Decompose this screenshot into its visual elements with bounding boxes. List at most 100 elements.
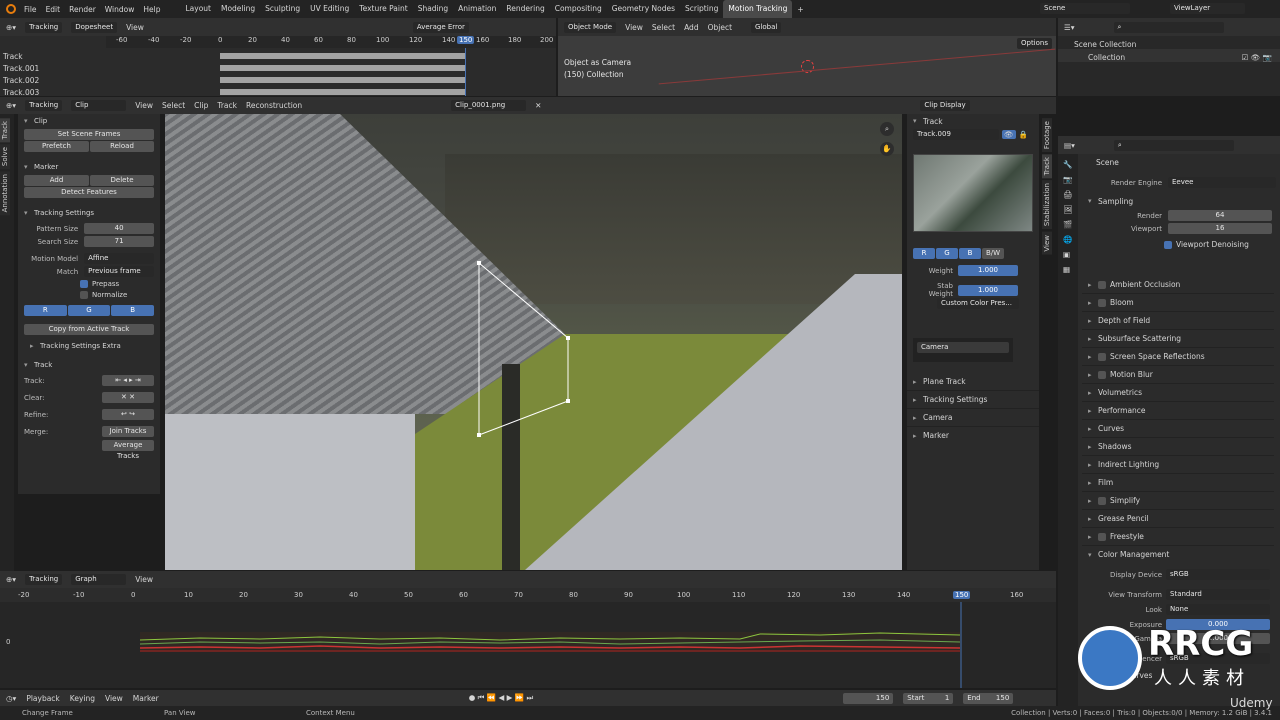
normalize-checkbox[interactable]: Normalize <box>80 291 160 299</box>
section-motion-blur[interactable]: Motion Blur <box>1082 366 1274 384</box>
section-volumetrics[interactable]: Volumetrics <box>1082 384 1274 402</box>
menu-clip[interactable]: Clip <box>194 101 208 110</box>
tab-layout[interactable]: Layout <box>180 0 216 18</box>
prepass-checkbox[interactable]: Prepass <box>80 280 160 288</box>
tab-sculpting[interactable]: Sculpting <box>260 0 305 18</box>
editor-type-icon[interactable]: ⊕▾ <box>6 101 16 110</box>
editor-type-icon[interactable]: ⊕▾ <box>6 23 16 32</box>
stab-weight-field[interactable]: 1.000 <box>958 284 1018 296</box>
render-samples-field[interactable]: 64 <box>1168 210 1272 221</box>
graph-current-frame[interactable]: 150 <box>953 591 971 599</box>
tab-view[interactable]: View <box>1042 231 1052 255</box>
tab-track[interactable]: Track <box>0 118 10 143</box>
marker-menu[interactable]: Marker <box>133 694 159 703</box>
camera-object-item[interactable]: Camera <box>917 342 1009 353</box>
section-screen-space-reflections[interactable]: Screen Space Reflections <box>1082 348 1274 366</box>
add-marker-button[interactable]: Add <box>24 175 89 186</box>
section-curves[interactable]: Curves <box>1082 420 1274 438</box>
properties-search[interactable]: ⌕ <box>1113 139 1234 151</box>
tab-uv-editing[interactable]: UV Editing <box>305 0 354 18</box>
sampling-section[interactable]: Sampling <box>1082 194 1280 209</box>
dopesheet-view-type[interactable]: Dopesheet <box>71 21 118 33</box>
collection-tab-icon[interactable]: ▣ <box>1063 250 1073 259</box>
outliner-icon[interactable]: ☰▾ <box>1064 23 1075 32</box>
menu-window[interactable]: Window <box>105 5 135 14</box>
editor-type-icon[interactable]: ◷▾ <box>6 694 16 703</box>
render-engine-select[interactable]: Eevee <box>1168 177 1276 188</box>
eye-icon[interactable]: 👁 <box>1002 130 1016 139</box>
tab-footage[interactable]: Footage <box>1042 118 1052 153</box>
average-tracks-button[interactable]: Average Tracks <box>102 440 154 460</box>
menu-render[interactable]: Render <box>69 5 96 14</box>
tab-compositing[interactable]: Compositing <box>550 0 607 18</box>
viewport-denoising-checkbox[interactable]: Viewport Denoising <box>1164 240 1280 249</box>
section-performance[interactable]: Performance <box>1082 402 1274 420</box>
custom-color-preset[interactable]: Custom Color Pres... <box>937 298 1019 309</box>
track-row[interactable]: Track.001 <box>0 64 106 76</box>
menu-help[interactable]: Help <box>143 5 160 14</box>
output-tab-icon[interactable]: 🖨 <box>1063 190 1073 199</box>
pan-hand-icon[interactable]: ✋ <box>880 142 894 156</box>
select-menu[interactable]: Select <box>652 23 675 32</box>
transform-orientation[interactable]: Global <box>751 21 782 33</box>
set-scene-frames-button[interactable]: Set Scene Frames <box>24 129 154 140</box>
reload-button[interactable]: Reload <box>90 141 154 152</box>
section-film[interactable]: Film <box>1082 474 1274 492</box>
section-subsurface-scattering[interactable]: Subsurface Scattering <box>1082 330 1274 348</box>
preview-r-toggle[interactable]: R <box>913 248 935 259</box>
section-bloom[interactable]: Bloom <box>1082 294 1274 312</box>
marker-panel[interactable]: Marker <box>907 427 1039 445</box>
pattern-size-field[interactable]: 40 <box>84 223 154 234</box>
section-depth-of-field[interactable]: Depth of Field <box>1082 312 1274 330</box>
weight-field[interactable]: 1.000 <box>958 265 1018 276</box>
view-layer-tab-icon[interactable]: 🖼 <box>1063 205 1073 214</box>
outliner-row-scene-collection[interactable]: Scene Collection <box>1058 36 1280 49</box>
track-buttons[interactable]: ⇤ ◂ ▸ ⇥ <box>102 375 154 386</box>
tracking-settings-extra-section[interactable]: Tracking Settings Extra <box>24 339 154 354</box>
dopesheet-view-menu[interactable]: View <box>126 23 144 32</box>
display-device-select[interactable]: sRGB <box>1166 569 1270 580</box>
options-button[interactable]: Options <box>1016 38 1052 49</box>
tab-animation[interactable]: Animation <box>453 0 501 18</box>
graph-view-type[interactable]: Graph <box>71 574 127 585</box>
blender-logo-icon[interactable] <box>6 4 16 14</box>
section-grease-pencil[interactable]: Grease Pencil <box>1082 510 1274 528</box>
outliner-row-collection[interactable]: Collection ☑ 👁 📷 <box>1058 49 1280 62</box>
playback-controls[interactable]: ● ⏮ ⏪ ◀ ▶ ⏩ ⏭ <box>469 693 534 703</box>
lock-icon[interactable]: 🔒 <box>1019 130 1028 139</box>
track-row[interactable]: Track.002 <box>0 76 106 88</box>
detect-features-button[interactable]: Detect Features <box>24 187 154 198</box>
end-frame-field[interactable]: End 150 <box>963 692 1014 704</box>
tab-stabilization[interactable]: Stabilization <box>1042 180 1052 230</box>
clip-name-field[interactable]: Clip_0001.png <box>451 100 527 111</box>
tab-shading[interactable]: Shading <box>413 0 453 18</box>
section-shadows[interactable]: Shadows <box>1082 438 1274 456</box>
menu-reconstruction[interactable]: Reconstruction <box>246 101 302 110</box>
3d-viewport[interactable]: Object Mode View Select Add Object Globa… <box>558 18 1056 96</box>
delete-marker-button[interactable]: Delete <box>90 175 154 186</box>
clip-view[interactable]: Clip <box>71 100 127 111</box>
copy-from-active-track-button[interactable]: Copy from Active Track <box>24 324 154 335</box>
close-icon[interactable]: ✕ <box>535 101 541 110</box>
clip-display-menu[interactable]: Clip Display <box>920 100 970 111</box>
viewport-samples-field[interactable]: 16 <box>1168 223 1272 234</box>
prefetch-button[interactable]: Prefetch <box>24 141 89 152</box>
preview-bw-toggle[interactable]: B/W <box>982 248 1004 259</box>
tab-texture-paint[interactable]: Texture Paint <box>354 0 412 18</box>
editor-type-icon[interactable]: ⊕▾ <box>6 575 16 584</box>
plane-track-outline[interactable] <box>165 114 902 570</box>
scene-tab-icon[interactable]: 🎬 <box>1063 220 1073 229</box>
clip-footage-view[interactable]: ⌕ ✋ <box>165 114 902 570</box>
menu-view[interactable]: View <box>135 101 153 110</box>
tab-track-sidebar[interactable]: Track <box>1042 154 1052 179</box>
look-select[interactable]: None <box>1166 604 1270 615</box>
marker-section[interactable]: Marker <box>18 160 160 175</box>
playback-menu[interactable]: Playback <box>26 694 59 703</box>
preview-b-toggle[interactable]: B <box>959 248 981 259</box>
clear-buttons[interactable]: ✕ ✕ <box>102 392 154 403</box>
section-simplify[interactable]: Simplify <box>1082 492 1274 510</box>
channel-g-toggle[interactable]: G <box>67 305 111 316</box>
menu-file[interactable]: File <box>24 5 37 14</box>
track-panel[interactable]: Track <box>907 114 1039 129</box>
tab-geometry-nodes[interactable]: Geometry Nodes <box>607 0 680 18</box>
